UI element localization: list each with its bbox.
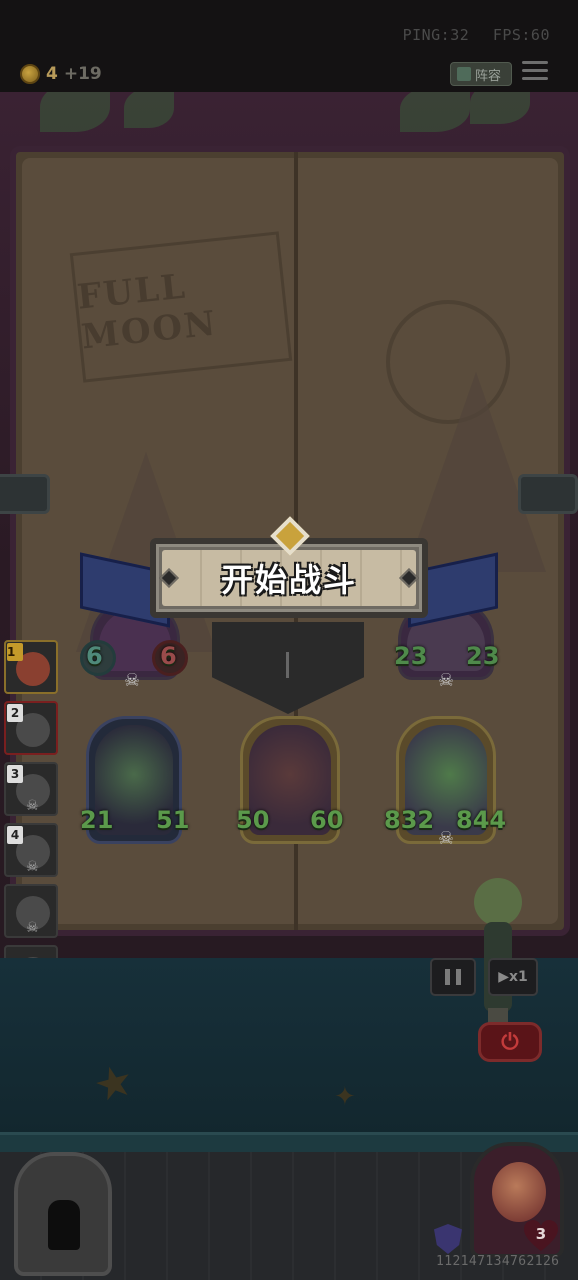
player-unit-green-cannon[interactable]: 832 844 ☠ [382,716,522,856]
queue-number: 4 [7,826,23,844]
fps-readout: FPS:60 [492,26,550,44]
top-hud: PING:32 FPS:60 4 +19 阵容 [0,0,578,92]
lineup-button[interactable]: 阵容 [450,62,512,86]
drop-marker [286,652,289,678]
gold-coin-icon [20,64,40,84]
attack-value: 50 [236,806,270,834]
book-clamp-left [0,474,50,514]
skull-icon: ☠ [124,670,141,691]
network-stats: PING:32 FPS:60 [389,26,550,44]
health-value: 60 [310,806,344,834]
leaf-decoration [400,92,470,132]
hero-face [492,1162,546,1222]
skull-icon: ☠ [438,670,455,691]
attack-value: 832 [384,806,435,834]
health-value: 6 [160,642,177,670]
menu-button[interactable] [522,61,548,85]
player-unit-horned-sorceress[interactable]: 21 51 [76,716,196,856]
power-icon: ⏻ [501,1029,519,1055]
battle-scene: FULL MOON 1 2 3☠ 4☠ ☠ ☠ ☠ ☠ 6 6 ☠ 23 23 … [0,92,578,1280]
leaf-decoration [124,92,174,128]
character-head [474,878,522,926]
pause-button[interactable] [430,958,476,996]
hamburger-icon [522,61,548,64]
skull-icon: ☠ [26,920,39,936]
queue-slot[interactable]: 1 [4,640,58,694]
speed-button[interactable]: ▶x1 [488,958,538,996]
pause-icon [445,969,450,985]
opponent-hero-portrait[interactable] [14,1152,112,1276]
queue-slot[interactable]: 4 ☠ [4,823,58,877]
skull-icon: ☠ [26,859,39,875]
star-decoration: ★ [88,1053,140,1114]
health-value: 844 [456,806,507,834]
queue-slot[interactable]: ☠ [4,884,58,938]
ping-readout: PING:32 [402,26,470,44]
gold-counter: 4 +19 [20,64,102,84]
leaf-decoration [470,92,530,124]
queue-number: 2 [7,704,23,722]
skull-icon: ☠ [438,828,455,849]
silhouette-icon [48,1200,80,1250]
queue-number: 1 [7,643,23,661]
lineup-label: 阵容 [475,68,502,84]
queue-slot[interactable]: 3 ☠ [4,762,58,816]
queue-slot[interactable]: 2 [4,701,58,755]
surrender-button[interactable]: ⏻ [478,1022,542,1062]
skull-icon: ☠ [26,798,39,814]
full-moon-sign: FULL MOON [69,231,293,383]
book-clamp-right [518,474,578,514]
star-decoration: ✦ [334,1082,356,1112]
gold-income: +19 [63,64,102,84]
attack-value: 6 [86,642,103,670]
book-icon [457,67,471,81]
gold-amount: 4 [46,64,58,84]
attack-value: 21 [80,806,114,834]
attack-value: 23 [394,642,428,670]
start-battle-title: 开始战斗 [220,561,357,599]
health-value: 23 [466,642,500,670]
game-id: 11214713476212​6 [436,1254,560,1269]
leaf-decoration [40,92,110,132]
health-value: 51 [156,806,190,834]
player-unit-clockwork-beast[interactable]: 50 60 [232,716,352,856]
queue-number: 3 [7,765,23,783]
